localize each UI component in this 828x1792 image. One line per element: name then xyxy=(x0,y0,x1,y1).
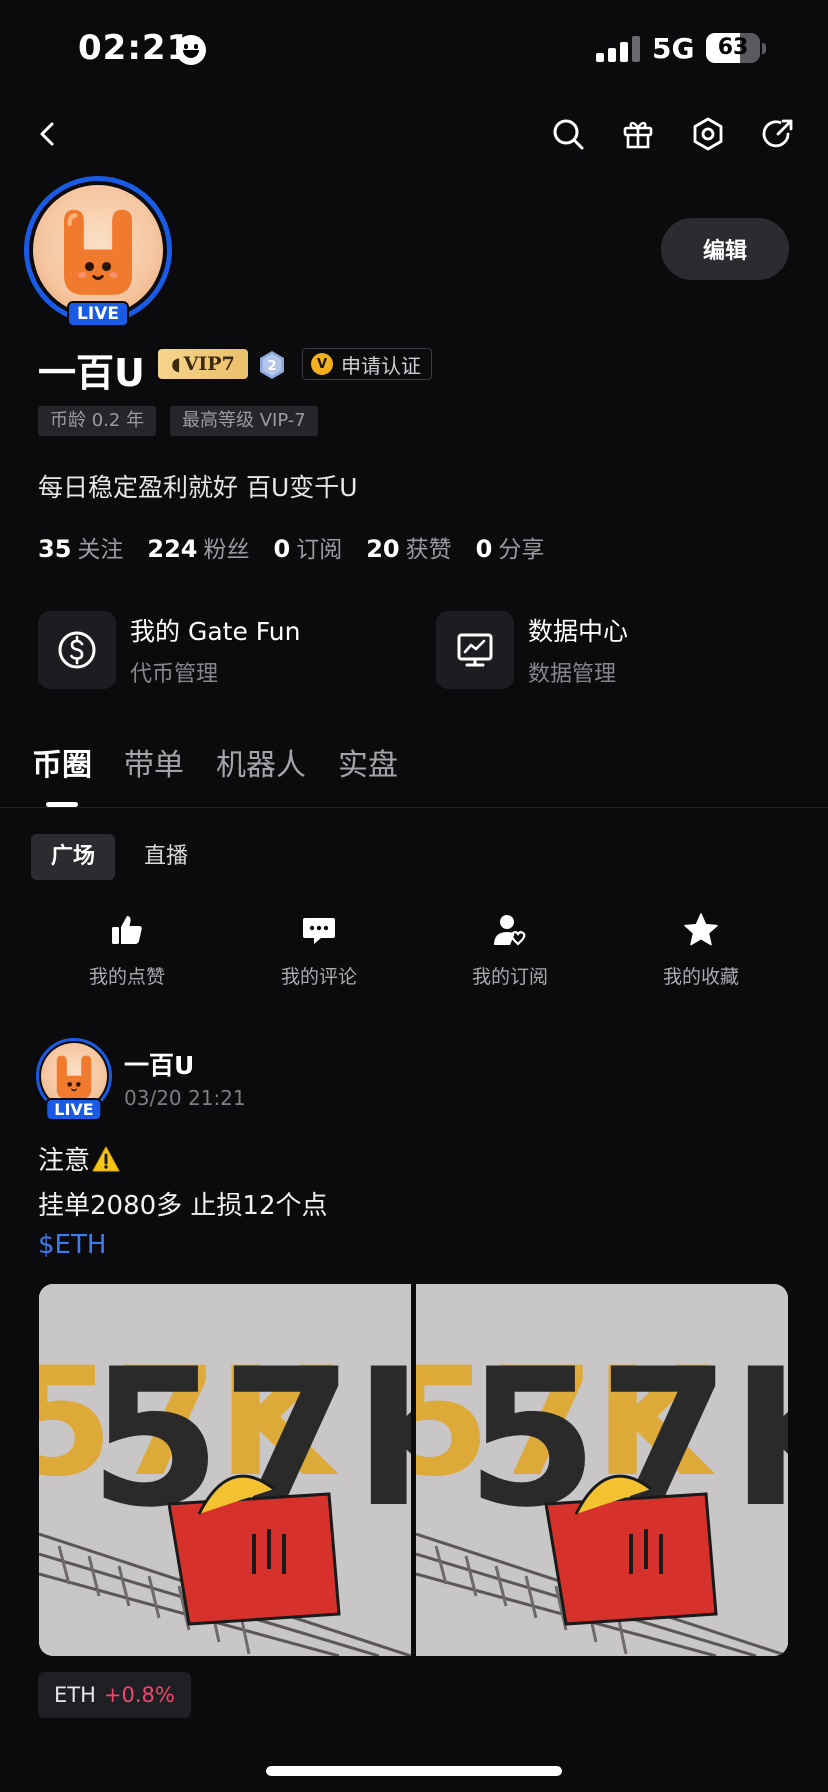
trolley-57k-illustration: 57K 57K xyxy=(416,1284,788,1656)
dollar-coin-icon xyxy=(58,631,96,669)
post-author-avatar[interactable]: LIVE xyxy=(36,1038,112,1121)
trolley-57k-illustration: 57K 57K xyxy=(39,1284,411,1656)
divider xyxy=(0,807,828,808)
data-center-subtitle: 数据管理 xyxy=(528,662,617,687)
vip-badge: ◖ VIP7 xyxy=(158,349,248,379)
verified-icon: V xyxy=(311,353,333,375)
stat-subscriptions[interactable]: 0 订阅 xyxy=(274,530,343,564)
subtab-live[interactable]: 直播 xyxy=(124,834,208,880)
search-icon[interactable] xyxy=(546,112,590,156)
status-bar: 02:21 5G 63 xyxy=(0,0,828,100)
profile-name: 一百U xyxy=(38,351,145,395)
post-text-line-1: 注意 xyxy=(38,1140,120,1177)
gift-icon[interactable] xyxy=(616,112,660,156)
subscribe-user-icon xyxy=(494,915,526,946)
gate-fun-card[interactable]: 我的 Gate Fun 代币管理 xyxy=(38,610,300,690)
comment-icon xyxy=(303,918,335,944)
profile-bio: 每日稳定盈利就好 百U变千U xyxy=(38,473,358,502)
thumbs-up-icon xyxy=(112,916,142,944)
home-indicator[interactable] xyxy=(266,1766,562,1776)
my-subscriptions-button[interactable]: 我的订阅 xyxy=(440,912,580,989)
data-center-card[interactable]: 数据中心 数据管理 xyxy=(436,610,628,690)
tab-live-trading[interactable]: 实盘 xyxy=(338,740,398,784)
my-comments-button[interactable]: 我的评论 xyxy=(249,912,389,989)
network-type: 5G xyxy=(652,32,695,65)
focus-mode-icon xyxy=(176,35,206,65)
my-favorites-button[interactable]: 我的收藏 xyxy=(631,912,771,989)
stat-followers[interactable]: 224 粉丝 xyxy=(147,530,249,564)
tab-coin-circle[interactable]: 币圈 xyxy=(32,740,92,784)
my-likes-button[interactable]: 我的点赞 xyxy=(57,912,197,989)
edit-profile-button[interactable]: 编辑 xyxy=(661,218,789,280)
data-center-title: 数据中心 xyxy=(528,617,629,646)
level-number: 2 xyxy=(267,359,276,374)
content-tabs: 币圈 带单 机器人 实盘 xyxy=(32,740,398,784)
vip-logo-icon: ◖ xyxy=(171,353,181,375)
battery-level: 63 xyxy=(717,35,749,60)
ticker-chip[interactable]: ETH +0.8% xyxy=(38,1672,191,1718)
post-image-1[interactable]: 57K 57K xyxy=(39,1284,411,1656)
settings-icon[interactable] xyxy=(686,112,730,156)
profile-avatar[interactable]: LIVE xyxy=(24,176,172,327)
profile-stats: 35 关注 224 粉丝 0 订阅 20 获赞 0 分享 xyxy=(38,530,544,564)
star-icon xyxy=(684,913,718,946)
post-hashtag-link[interactable]: $ETH xyxy=(38,1230,106,1260)
signal-icon xyxy=(596,36,640,62)
tab-bots[interactable]: 机器人 xyxy=(216,740,306,784)
gate-fun-subtitle: 代币管理 xyxy=(130,662,219,687)
max-level-tag: 最高等级 VIP-7 xyxy=(170,406,318,436)
battery-icon: 63 xyxy=(706,33,760,63)
stat-following[interactable]: 35 关注 xyxy=(38,530,123,564)
post-text-line-2: 挂单2080多 止损12个点 xyxy=(38,1191,328,1221)
chart-monitor-icon xyxy=(457,633,493,667)
post-author-name[interactable]: 一百U xyxy=(124,1046,194,1082)
back-icon[interactable] xyxy=(26,112,70,156)
ticker-symbol: ETH xyxy=(54,1683,96,1707)
subtab-square[interactable]: 广场 xyxy=(31,834,116,880)
post-timestamp: 03/20 21:21 xyxy=(124,1086,246,1110)
post-live-badge: LIVE xyxy=(45,1098,103,1121)
warning-icon xyxy=(92,1146,120,1172)
gate-fun-title: 我的 Gate Fun xyxy=(130,617,301,646)
ticker-change: +0.8% xyxy=(103,1683,175,1707)
post-image-2[interactable]: 57K 57K xyxy=(416,1284,788,1656)
share-icon[interactable] xyxy=(756,112,800,156)
account-age-tag: 币龄 0.2 年 xyxy=(38,406,157,436)
level-badge-icon: 2 xyxy=(260,351,284,379)
live-badge: LIVE xyxy=(67,301,129,327)
tab-copy-trading[interactable]: 带单 xyxy=(124,740,184,784)
apply-certification-button[interactable]: V 申请认证 xyxy=(302,348,432,380)
mascot-icon xyxy=(56,1055,92,1099)
stat-likes[interactable]: 20 获赞 xyxy=(366,530,451,564)
status-time: 02:21 xyxy=(78,28,192,68)
stat-shares[interactable]: 0 分享 xyxy=(476,530,545,564)
mascot-icon xyxy=(63,209,133,295)
